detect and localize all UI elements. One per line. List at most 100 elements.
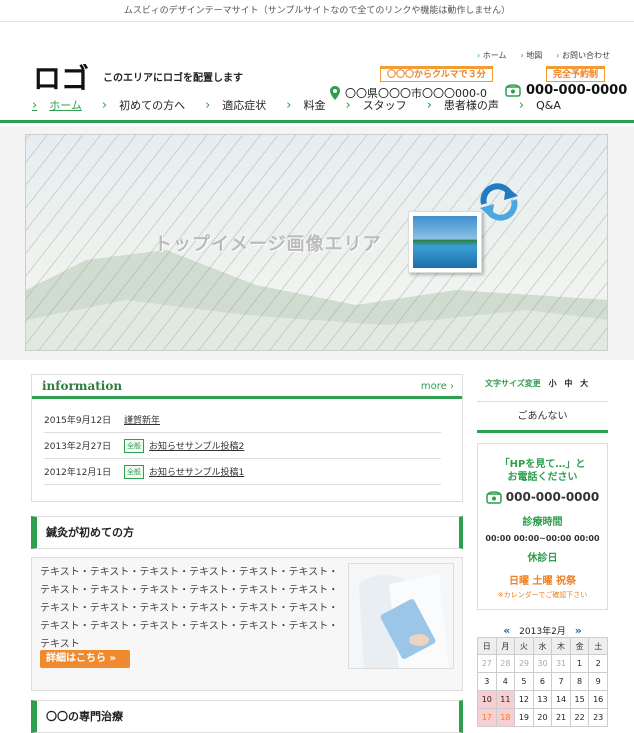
- info-row: 2012年12月1日 全般 お知らせサンプル投稿1: [44, 459, 441, 485]
- calendar-day: 31: [551, 654, 571, 673]
- calendar-day: 11: [495, 690, 516, 709]
- nav-staff[interactable]: スタッフ: [345, 92, 407, 120]
- util-contact-link[interactable]: お問い合わせ: [556, 50, 610, 61]
- section-heading-specialty: 〇〇の専門治療: [31, 700, 463, 733]
- weekday-cell: 木: [551, 637, 571, 655]
- calendar-month-title: 2013年2月: [519, 627, 566, 637]
- calendar-day: 6: [532, 672, 553, 691]
- info-date: 2013年2月27日: [44, 442, 112, 452]
- hero-placeholder-text: トップイメージ画像エリア: [154, 234, 382, 255]
- information-header: information more ›: [32, 375, 462, 399]
- logo[interactable]: ロゴ: [33, 64, 93, 92]
- hero-image-area: トップイメージ画像エリア: [25, 134, 608, 351]
- calendar-day: 27: [477, 654, 497, 673]
- section-heading-first-time: 鍼灸が初めての方: [31, 516, 463, 549]
- image-placeholder-icon: [408, 211, 482, 273]
- font-size-large[interactable]: 大: [580, 379, 588, 388]
- info-row: 2013年2月27日 全般 お知らせサンプル投稿2: [44, 433, 441, 459]
- calendar-day: 7: [551, 672, 571, 691]
- calendar-day: 15: [569, 690, 590, 709]
- contact-lead-1: 「HPを見て…」と: [499, 459, 586, 470]
- weekday-cell: 火: [514, 637, 534, 655]
- access-badge: 〇〇〇からクルマで３分: [380, 66, 493, 82]
- hours-text: 00:00 00:00~00:00 00:00: [485, 534, 600, 543]
- contact-box: 「HPを見て…」と お電話ください 000-000-0000 診療時間 00:0…: [477, 443, 608, 610]
- top-notice-bar: ムスビィのデザインテーマサイト（サンプルサイトなので全てのリンクや機能は動作しま…: [0, 0, 634, 22]
- calendar-day: 4: [495, 672, 516, 691]
- body-text: テキスト・テキスト・テキスト・テキスト・テキスト・テキスト・テキスト・テキスト・…: [40, 567, 339, 650]
- info-row: 2015年9月12日 謹賀新年: [44, 407, 441, 433]
- calendar-day: 10: [477, 690, 497, 709]
- util-home-link[interactable]: ホーム: [477, 50, 507, 61]
- sidebox-phone-number: 000-000-0000: [505, 490, 600, 504]
- tagline: このエリアにロゴを配置します: [103, 73, 243, 84]
- calendar-day: 23: [588, 708, 608, 727]
- nav-first-visit[interactable]: 初めての方へ: [102, 92, 185, 120]
- info-link[interactable]: 謹賀新年: [124, 413, 160, 426]
- holiday-days: 日曜 土曜 祝祭: [509, 576, 576, 587]
- calendar-week-row: 3 4 5 6 7 8 9: [477, 672, 608, 691]
- reservation-badge: 完全予約制: [546, 66, 606, 82]
- calendar: « 2013年2月 » 日 月 火 水 木 金 土 27 28 29 30 31…: [477, 624, 608, 727]
- calendar-day: 3: [477, 672, 497, 691]
- nav-qa[interactable]: Q&A: [519, 92, 561, 120]
- info-category-tag: 全般: [124, 464, 144, 479]
- info-date: 2012年12月1日: [44, 468, 112, 478]
- calendar-day: 16: [588, 690, 608, 709]
- calendar-day: 12: [514, 690, 534, 709]
- information-title: information: [42, 379, 123, 393]
- calendar-weekday-row: 日 月 火 水 木 金 土: [477, 637, 608, 655]
- calendar-day: 22: [569, 708, 590, 727]
- utility-links: ホーム 地図 お問い合わせ: [477, 50, 610, 61]
- calendar-day: 1: [569, 654, 590, 673]
- info-link[interactable]: お知らせサンプル投稿2: [149, 439, 244, 452]
- calendar-day: 13: [532, 690, 553, 709]
- contact-lead-2: お電話ください: [507, 472, 578, 483]
- details-button[interactable]: 詳細はこちら »: [40, 650, 130, 668]
- site-notice: ムスビィのデザインテーマサイト（サンプルサイトなので全てのリンクや機能は動作しま…: [123, 6, 511, 16]
- calendar-day: 5: [514, 672, 534, 691]
- calendar-day: 9: [588, 672, 608, 691]
- calendar-next-button[interactable]: »: [575, 624, 582, 637]
- holiday-title: 休診日: [527, 553, 558, 564]
- calendar-prev-button[interactable]: «: [503, 624, 510, 637]
- calendar-day: 28: [495, 654, 516, 673]
- weekday-cell: 月: [495, 637, 516, 655]
- info-link[interactable]: お知らせサンプル投稿1: [149, 465, 244, 478]
- calendar-day: 29: [514, 654, 534, 673]
- refresh-icon: [480, 183, 518, 221]
- information-more-link[interactable]: more ›: [421, 381, 454, 392]
- calendar-day: 19: [514, 708, 534, 727]
- guide-heading: ごあんない: [477, 401, 608, 433]
- nav-fees[interactable]: 料金: [286, 92, 325, 120]
- calendar-day: 14: [551, 690, 571, 709]
- sidebox-phone[interactable]: 000-000-0000: [478, 490, 607, 504]
- nav-home[interactable]: ホーム: [32, 92, 82, 120]
- calendar-week-row: 10 11 12 13 14 15 16: [477, 690, 608, 709]
- info-category-tag: 全般: [124, 438, 144, 453]
- weekday-cell: 土: [588, 637, 608, 655]
- logo-text: ロゴ: [33, 64, 89, 92]
- font-size-small[interactable]: 小: [549, 379, 557, 388]
- calendar-day: 20: [532, 708, 553, 727]
- header: ロゴ このエリアにロゴを配置します ホーム 地図 お問い合わせ 〇〇〇からクルマ…: [0, 22, 634, 100]
- information-panel: information more › 2015年9月12日 謹賀新年 2013年…: [31, 374, 463, 502]
- first-time-content: テキスト・テキスト・テキスト・テキスト・テキスト・テキスト・テキスト・テキスト・…: [31, 557, 463, 691]
- calendar-week-row: 17 18 19 20 21 22 23: [477, 708, 608, 727]
- font-size-switcher: 文字サイズ変更 小 中 大: [485, 378, 588, 389]
- info-date: 2015年9月12日: [44, 416, 112, 426]
- nav-symptoms[interactable]: 適応症状: [205, 92, 266, 120]
- font-size-medium[interactable]: 中: [564, 379, 572, 388]
- weekday-cell: 日: [477, 637, 497, 655]
- global-nav: ホーム 初めての方へ 適応症状 料金 スタッフ 患者様の声 Q&A: [0, 92, 634, 123]
- weekday-cell: 金: [569, 637, 590, 655]
- nav-voices[interactable]: 患者様の声: [427, 92, 499, 120]
- calendar-day: 21: [551, 708, 571, 727]
- hours-title: 診療時間: [522, 517, 563, 528]
- weekday-cell: 水: [532, 637, 553, 655]
- calendar-day: 30: [532, 654, 553, 673]
- calendar-week-row: 27 28 29 30 31 1 2: [477, 654, 608, 673]
- calendar-day: 18: [495, 708, 516, 727]
- calendar-check-link[interactable]: ※カレンダーでご確認下さい: [478, 590, 607, 600]
- util-map-link[interactable]: 地図: [521, 50, 542, 61]
